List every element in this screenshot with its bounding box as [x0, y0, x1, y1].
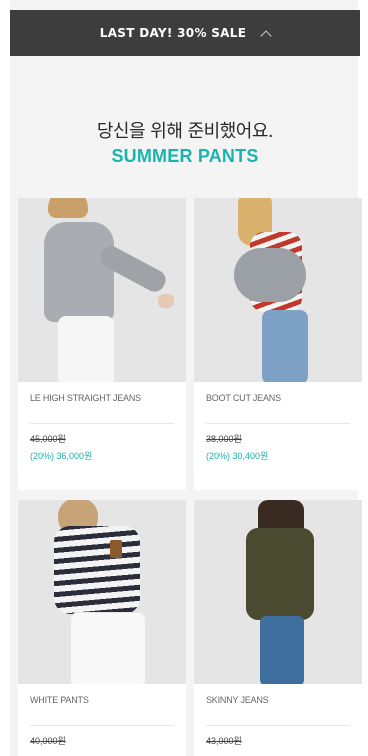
product-name[interactable]: BOOT CUT JEANS	[206, 391, 350, 419]
product-card[interactable]: SKINNY JEANS 43,000원	[194, 500, 362, 756]
product-image[interactable]	[18, 500, 186, 684]
product-image[interactable]	[194, 198, 362, 382]
product-name[interactable]: SKINNY JEANS	[206, 693, 350, 721]
headline-title: SUMMER PANTS	[111, 146, 259, 166]
sale-banner-text: LAST DAY! 30% SALE	[99, 26, 247, 40]
divider	[30, 725, 174, 726]
divider	[206, 725, 350, 726]
chevron-up-icon[interactable]	[260, 29, 272, 42]
divider	[206, 423, 350, 424]
product-image[interactable]	[18, 198, 186, 382]
product-image[interactable]	[194, 500, 362, 684]
sale-price: (20%) 36,000원	[30, 451, 93, 461]
original-price: 45,000원	[30, 434, 66, 444]
product-card[interactable]: BOOT CUT JEANS 38,000원 (20%) 30,400원	[194, 198, 362, 490]
product-name[interactable]: LE HIGH STRAIGHT JEANS	[30, 391, 174, 419]
original-price: 43,000원	[206, 736, 242, 746]
original-price: 40,000원	[30, 736, 66, 746]
product-card[interactable]: LE HIGH STRAIGHT JEANS 45,000원 (20%) 36,…	[18, 198, 186, 490]
sale-banner[interactable]: LAST DAY! 30% SALE	[10, 10, 360, 56]
headline-korean: 당신을 위해 준비했어요.	[96, 121, 274, 142]
product-name[interactable]: WHITE PANTS	[30, 693, 174, 721]
divider	[30, 423, 174, 424]
edge-left	[0, 0, 10, 756]
page: LAST DAY! 30% SALE 당신을 위해 준비했어요. SUMMER …	[0, 0, 368, 756]
original-price: 38,000원	[206, 434, 242, 444]
product-card[interactable]: WHITE PANTS 40,000원	[18, 500, 186, 756]
sale-price: (20%) 30,400원	[206, 451, 269, 461]
